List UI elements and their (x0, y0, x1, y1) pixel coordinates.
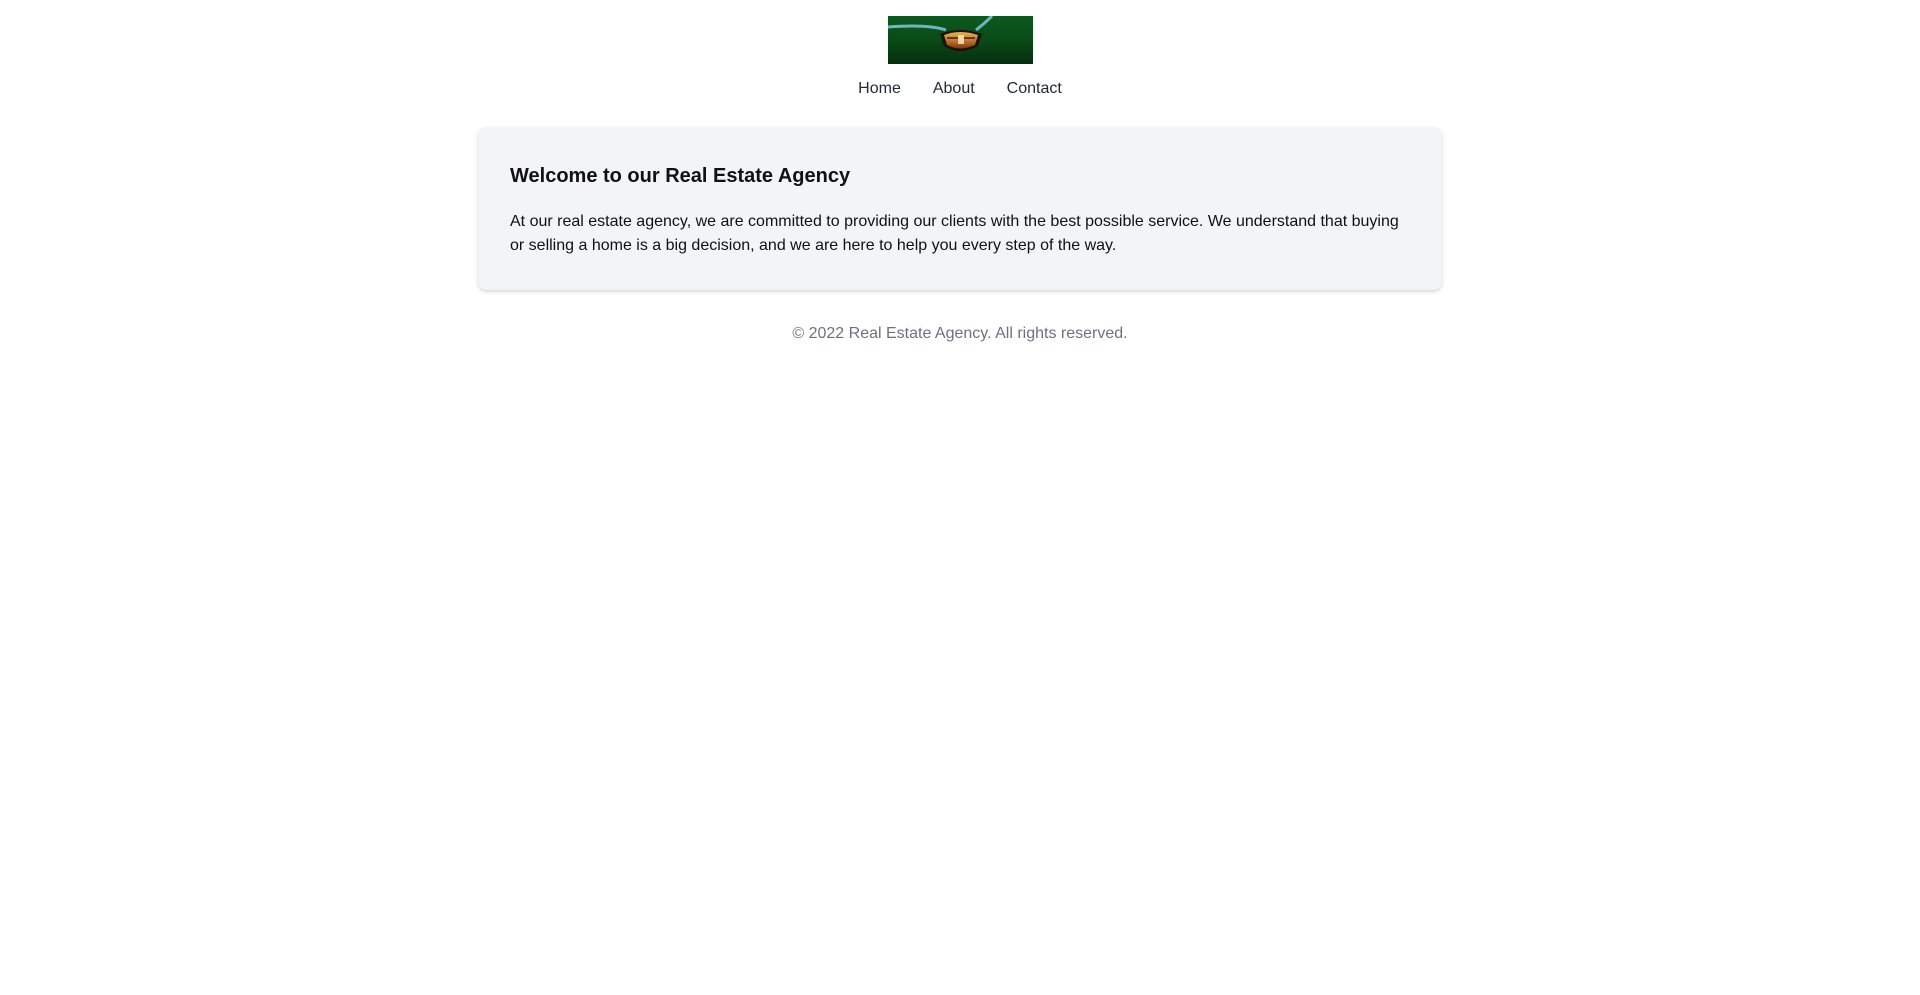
welcome-heading: Welcome to our Real Estate Agency (510, 165, 851, 187)
nav-link-about[interactable]: About (933, 79, 975, 99)
nav-link-home[interactable]: Home (858, 79, 901, 99)
site-footer: © 2022 Real Estate Agency. All rights re… (0, 324, 1920, 344)
welcome-card: Welcome to our Real Estate Agency At our… (478, 127, 1442, 290)
page: Home About Contact Welcome to our Real E… (0, 0, 1920, 995)
site-header: Home About Contact (0, 0, 1920, 99)
crest-logo-icon[interactable] (887, 16, 1033, 64)
nav-link-contact[interactable]: Contact (1007, 79, 1062, 99)
main-nav: Home About Contact (858, 79, 1062, 99)
welcome-text: At our real estate agency, we are commit… (510, 213, 1399, 254)
copyright-text: © 2022 Real Estate Agency. All rights re… (792, 325, 1128, 342)
